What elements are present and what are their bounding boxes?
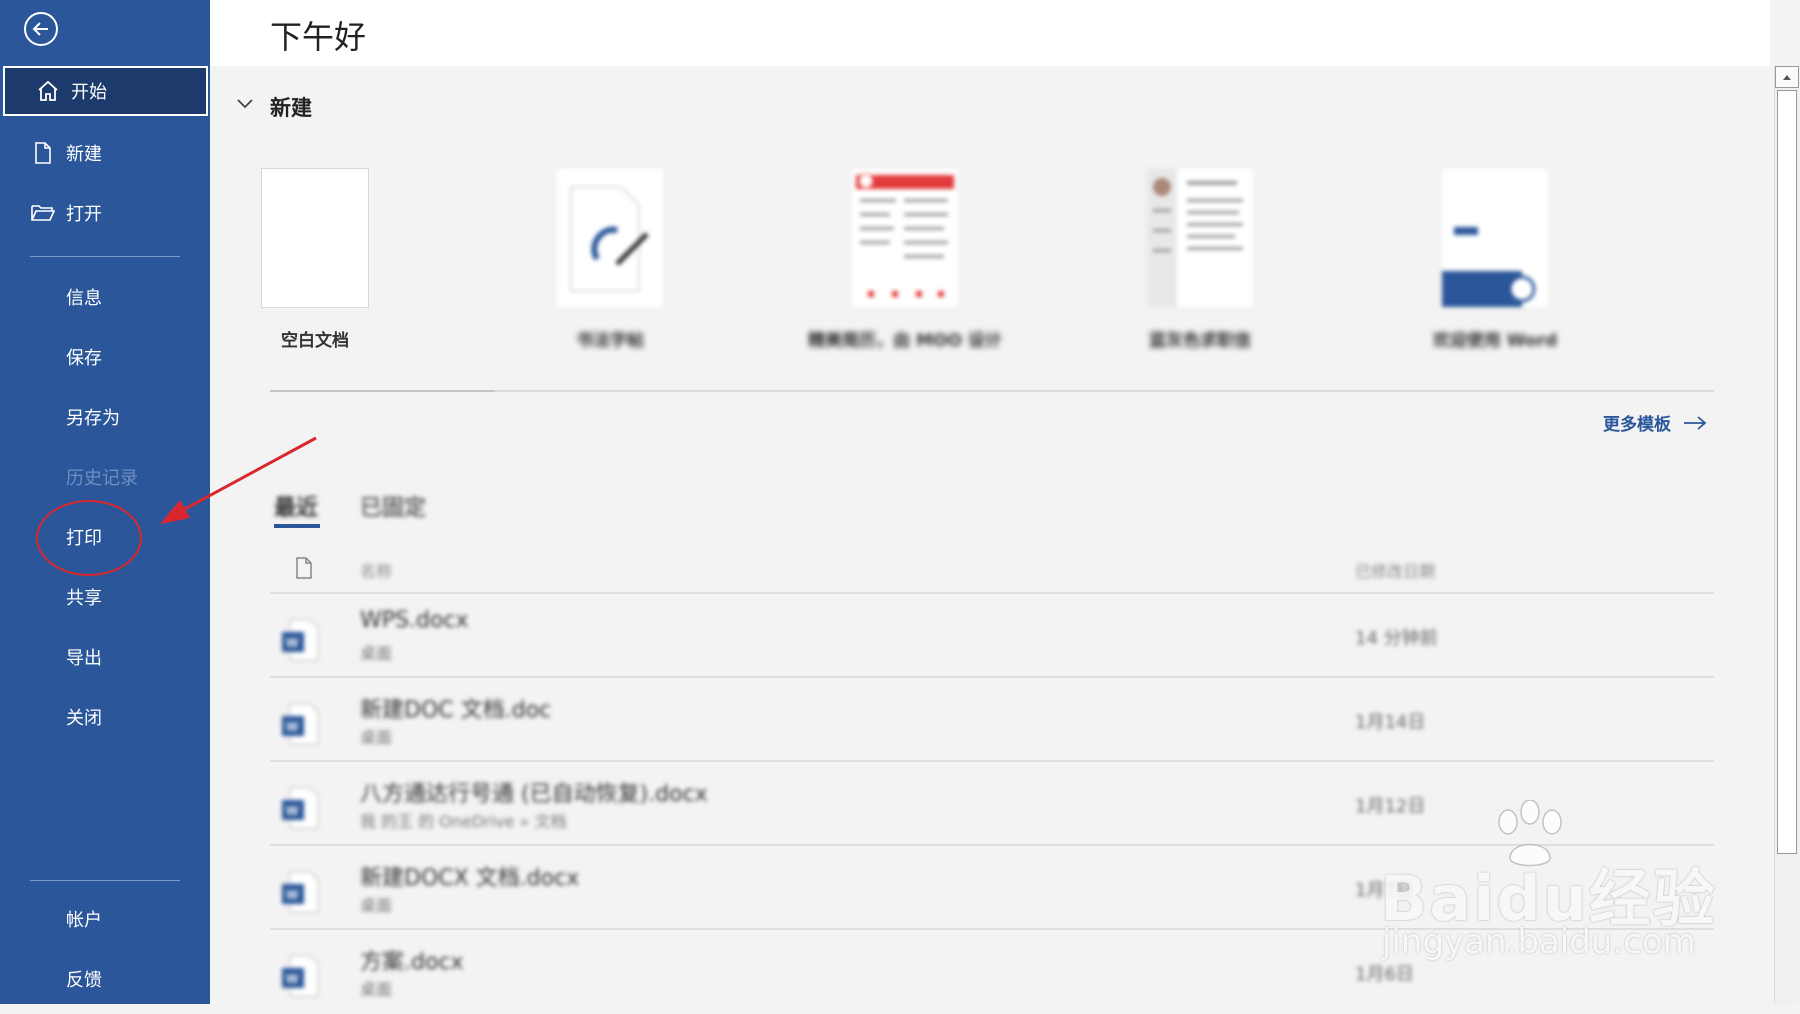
svg-text:W: W (286, 635, 299, 650)
sidebar-item-label: 帐户 (66, 910, 102, 931)
file-row[interactable]: W 新建DOC 文档.doc 桌面 1月14日 (270, 676, 1714, 762)
word-doc-icon: W (282, 703, 319, 745)
template-thumbnail (1146, 168, 1254, 308)
home-icon (33, 76, 63, 106)
sidebar-divider (30, 880, 180, 881)
template-thumbnail (556, 168, 664, 308)
sidebar-item-label: 信息 (66, 288, 102, 309)
file-location: 桌面 (360, 980, 393, 999)
word-doc-icon: W (282, 871, 319, 913)
file-name: 新建DOCX 文档.docx (360, 866, 580, 891)
vertical-scrollbar[interactable] (1774, 66, 1799, 1004)
scroll-thumb[interactable] (1777, 90, 1797, 854)
template-thumbnail (1441, 168, 1549, 308)
more-templates-label: 更多模板 (1603, 415, 1671, 435)
sidebar-item-home[interactable]: 开始 (3, 66, 208, 116)
file-name: 新建DOC 文档.doc (360, 698, 552, 723)
sidebar-item-share[interactable]: 共享 (0, 572, 210, 622)
file-icon (296, 557, 312, 579)
sidebar-item-export[interactable]: 导出 (0, 632, 210, 682)
arrow-right-icon (1684, 415, 1707, 430)
greeting-band: 下午好 (210, 0, 1770, 66)
column-header-name[interactable]: 名称 (360, 558, 392, 582)
new-section-title[interactable]: 新建 (270, 92, 312, 122)
annotation-circle (36, 500, 142, 576)
greeting-title: 下午好 (270, 18, 367, 56)
sidebar-item-label: 共享 (66, 588, 102, 609)
baidu-watermark: Baidu经验 jingyan.baidu.com (1380, 800, 1740, 980)
word-doc-icon: W (282, 619, 319, 661)
file-modified-date: 1月14日 (1355, 712, 1426, 733)
templates-divider-accent (270, 390, 495, 392)
sidebar-item-open[interactable]: 打开 (0, 188, 210, 238)
sidebar-item-account[interactable]: 帐户 (0, 894, 210, 944)
template-welcome-word[interactable]: 欢迎使用 Word (1385, 168, 1605, 351)
template-blank[interactable]: 空白文档 (205, 168, 425, 351)
template-name: 空白文档 (281, 331, 349, 351)
template-name: 精美简历，由 MOO 设计 (808, 331, 1002, 351)
file-list-header: 名称 已修改日期 (270, 552, 1714, 592)
sidebar-item-label: 打开 (66, 204, 102, 225)
annotation-arrow-icon (160, 436, 317, 524)
more-templates-link[interactable]: 更多模板 (1603, 410, 1707, 435)
svg-text:W: W (286, 887, 299, 902)
sidebar-item-label: 历史记录 (66, 468, 138, 489)
caret-up-icon (1783, 75, 1791, 80)
file-location: 桌面 (360, 896, 393, 915)
word-doc-icon: W (282, 955, 319, 997)
sidebar-item-label: 导出 (66, 648, 102, 669)
folder-open-icon (28, 198, 58, 228)
sidebar-item-new[interactable]: 新建 (0, 128, 210, 178)
sidebar-item-label: 关闭 (66, 708, 102, 729)
file-location: 我 的王 的 OneDrive » 文档 (360, 812, 567, 831)
file-name: 八方通达行号通 (已自动恢复).docx (360, 782, 708, 807)
svg-text:W: W (286, 719, 299, 734)
template-name: 蓝灰色求职信 (1149, 331, 1251, 351)
sidebar-item-feedback[interactable]: 反馈 (0, 954, 210, 1004)
file-name: WPS.docx (360, 608, 469, 633)
sidebar-item-close[interactable]: 关闭 (0, 692, 210, 742)
file-name: 方案.docx (360, 950, 464, 975)
chevron-down-icon[interactable] (236, 96, 254, 110)
file-location: 桌面 (360, 728, 393, 747)
sidebar-item-label: 反馈 (66, 970, 102, 991)
template-name: 欢迎使用 Word (1432, 331, 1558, 351)
scroll-up-button[interactable] (1775, 66, 1799, 88)
file-modified-date: 14 分钟前 (1355, 628, 1438, 649)
sidebar-item-info[interactable]: 信息 (0, 272, 210, 322)
template-cover-letter[interactable]: 蓝灰色求职信 (1090, 168, 1310, 351)
file-row[interactable]: W WPS.docx 桌面 14 分钟前 (270, 592, 1714, 678)
svg-text:W: W (286, 803, 299, 818)
template-thumbnail (851, 168, 959, 308)
sidebar-item-label: 另存为 (66, 408, 120, 429)
template-name: 书法字帖 (576, 331, 644, 351)
sidebar-item-label: 新建 (66, 144, 102, 165)
template-resume[interactable]: 精美简历，由 MOO 设计 (795, 168, 1015, 351)
column-header-date[interactable]: 已修改日期 (1355, 558, 1435, 582)
template-thumbnail (261, 168, 369, 308)
template-calligraphy[interactable]: 书法字帖 (500, 168, 720, 351)
sidebar-divider (30, 256, 180, 257)
sidebar-item-label: 开始 (71, 82, 107, 103)
tab-pinned[interactable]: 已固定 (360, 490, 426, 522)
file-location: 桌面 (360, 644, 393, 663)
sidebar-item-save[interactable]: 保存 (0, 332, 210, 382)
sidebar-item-label: 保存 (66, 348, 102, 369)
word-doc-icon: W (282, 787, 319, 829)
back-button[interactable] (24, 12, 58, 46)
back-arrow-icon (32, 22, 48, 36)
svg-text:W: W (286, 971, 299, 986)
file-icon (28, 138, 58, 168)
watermark-url: jingyan.baidu.com (1382, 922, 1696, 962)
